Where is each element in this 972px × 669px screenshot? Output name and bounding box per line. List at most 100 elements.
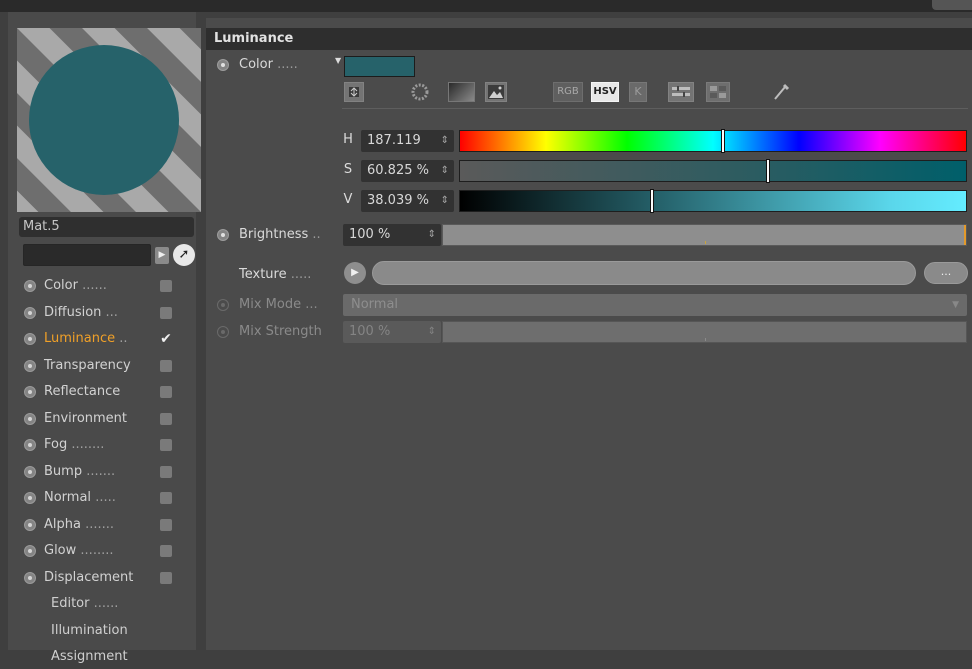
image-picker-icon[interactable]	[485, 82, 507, 102]
channel-item-diffusion[interactable]: Diffusion ...	[23, 301, 198, 325]
hue-input[interactable]: 187.119 ⇕	[361, 130, 454, 152]
material-sidebar: Mat.5 ▶ ➚ Color ...... Diffusion ... Lumin…	[8, 12, 201, 664]
brightness-input[interactable]: 100 % ⇕	[343, 224, 441, 246]
color-spectrum-icon[interactable]	[409, 82, 431, 102]
channel-item-normal[interactable]: Normal .....	[23, 486, 198, 510]
attribute-panel: Luminance Color ..... ▼ RGB HSV K H 187.…	[206, 18, 972, 650]
mix-strength-label: Mix Strength	[239, 324, 322, 339]
window-corner-control[interactable]	[932, 0, 972, 10]
eyedropper-icon[interactable]	[770, 82, 792, 102]
filter-expand-button[interactable]: ▶	[155, 247, 169, 264]
channel-radio[interactable]	[24, 545, 36, 557]
channel-item-luminance[interactable]: Luminance .. ✔	[23, 327, 198, 351]
channel-label: Bump .......	[44, 463, 116, 479]
material-preview-graphic	[17, 28, 201, 212]
channel-item-glow[interactable]: Glow ........	[23, 539, 198, 563]
mix-strength-input[interactable]: 100 % ⇕	[343, 321, 441, 343]
sidebar-item-label: Illumination	[51, 622, 128, 638]
mix-mode-label: Mix Mode ...	[239, 297, 318, 312]
channel-radio[interactable]	[24, 280, 36, 292]
value-slider-handle[interactable]	[650, 189, 655, 213]
channel-radio[interactable]	[24, 306, 36, 319]
toolbar-separator	[342, 108, 968, 109]
sliders-mode-icon[interactable]	[668, 82, 694, 102]
texture-field[interactable]	[372, 261, 916, 285]
hsv-mode-button[interactable]: HSV	[591, 82, 619, 102]
saturation-slider[interactable]	[459, 159, 967, 183]
channel-checkbox[interactable]	[160, 439, 172, 451]
channel-radio[interactable]	[24, 465, 36, 478]
texture-label: Texture .....	[239, 267, 312, 282]
brightness-slider-handle[interactable]	[964, 225, 966, 245]
channel-label: Fog ........	[44, 437, 105, 452]
channel-item-reflectance[interactable]: Reflectance	[23, 380, 198, 404]
mix-mode-dropdown[interactable]: Normal ▼	[343, 294, 967, 316]
channel-item-environment[interactable]: Environment	[23, 407, 198, 431]
mix-strength-animate-radio[interactable]	[217, 326, 229, 338]
window-top-strip	[0, 0, 972, 12]
color-swatch[interactable]	[344, 56, 415, 77]
channel-item-bump[interactable]: Bump .......	[23, 460, 198, 484]
hue-slider-handle[interactable]	[721, 129, 726, 153]
material-preview[interactable]	[17, 28, 201, 212]
value-slider[interactable]	[459, 189, 967, 213]
channel-checkbox[interactable]	[160, 571, 172, 584]
channel-checkbox[interactable]	[160, 545, 172, 557]
brightness-slider[interactable]	[442, 224, 967, 246]
saturation-slider-handle[interactable]	[765, 159, 770, 183]
mix-strength-slider[interactable]	[442, 321, 967, 343]
channel-item-displacement[interactable]: Displacement	[23, 566, 198, 590]
color-label: Color .....	[239, 57, 298, 72]
checkmark-icon[interactable]: ✔	[160, 332, 172, 346]
channel-radio[interactable]	[24, 492, 36, 504]
swatches-icon[interactable]	[706, 82, 730, 102]
channel-label: Displacement	[44, 569, 134, 585]
channel-checkbox[interactable]	[160, 465, 172, 478]
channel-radio[interactable]	[24, 439, 36, 451]
channel-checkbox[interactable]	[160, 518, 172, 531]
channel-label: Glow ........	[44, 543, 114, 558]
brightness-label: Brightness ..	[239, 227, 321, 242]
channel-radio[interactable]	[24, 386, 36, 398]
channel-checkbox[interactable]	[160, 492, 172, 504]
slider-midpoint-tick	[705, 338, 706, 341]
hue-slider[interactable]	[459, 129, 967, 153]
mix-mode-animate-radio[interactable]	[217, 299, 229, 311]
rgb-mode-button[interactable]: RGB	[553, 82, 583, 102]
channel-item-color[interactable]: Color ......	[23, 274, 198, 298]
channel-checkbox[interactable]	[160, 386, 172, 398]
channel-item-transparency[interactable]: Transparency	[23, 354, 198, 378]
channel-item-alpha[interactable]: Alpha .......	[23, 513, 198, 537]
material-name-field[interactable]: Mat.5	[19, 217, 194, 237]
channel-filter-input[interactable]	[23, 244, 151, 266]
kelvin-mode-button[interactable]: K	[629, 82, 647, 102]
sidebar-item-editor[interactable]: Editor ......	[23, 592, 198, 616]
channel-checkbox[interactable]	[160, 359, 172, 372]
texture-expand-button[interactable]: ▶	[344, 262, 366, 284]
channel-radio[interactable]	[24, 571, 36, 584]
saturation-input[interactable]: 60.825 % ⇕	[361, 160, 454, 182]
sidebar-item-label: Assignment	[51, 649, 128, 664]
color-animate-radio[interactable]	[217, 59, 229, 71]
slider-midpoint-tick	[705, 241, 706, 244]
channel-item-fog[interactable]: Fog ........	[23, 433, 198, 457]
channel-radio[interactable]	[24, 359, 36, 372]
channel-radio[interactable]	[24, 412, 36, 425]
brightness-animate-radio[interactable]	[217, 229, 229, 241]
channel-checkbox[interactable]	[160, 306, 172, 319]
sidebar-item-label: Editor ......	[51, 596, 119, 611]
sidebar-item-illumination[interactable]: Illumination	[23, 619, 198, 643]
channel-checkbox[interactable]	[160, 412, 172, 425]
channel-radio[interactable]	[24, 518, 36, 531]
sidebar-item-assignment[interactable]: Assignment	[23, 645, 198, 669]
channel-checkbox[interactable]	[160, 280, 172, 292]
color-wheel-mode-icon[interactable]	[344, 82, 364, 102]
texture-more-button[interactable]: ...	[924, 262, 968, 284]
hue-label: H	[343, 132, 353, 147]
value-input[interactable]: 38.039 % ⇕	[361, 190, 454, 212]
color-dropdown-caret-icon[interactable]: ▼	[335, 56, 341, 65]
channel-radio[interactable]	[24, 333, 36, 345]
channel-label: Reflectance	[44, 384, 121, 399]
cursor-picker-icon[interactable]: ➚	[173, 244, 195, 266]
gradient-picker-icon[interactable]	[448, 82, 475, 102]
